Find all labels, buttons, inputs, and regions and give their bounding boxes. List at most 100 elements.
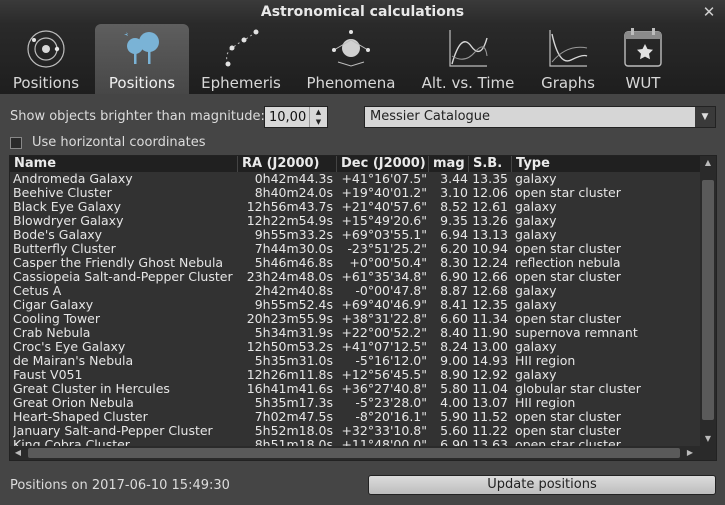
close-icon[interactable]: ✕	[699, 2, 719, 22]
column-sb[interactable]: S.B.	[469, 156, 512, 172]
horizontal-coordinates-label: Use horizontal coordinates	[32, 135, 206, 150]
cell-mag: 6.20	[440, 242, 468, 256]
cell-dec: +21°40'57.6"	[341, 200, 427, 214]
ephemeris-icon	[225, 29, 259, 67]
catalogue-select[interactable]: Messier Catalogue ▼	[364, 106, 716, 128]
column-name[interactable]: Name	[10, 156, 238, 172]
scroll-right-icon[interactable]: ▶	[682, 446, 698, 460]
table-row[interactable]: de Mairan's Nebula 5h35m31.0s -5°16'12.0" 9…	[10, 354, 700, 368]
horizontal-coordinates-checkbox[interactable]	[10, 137, 22, 149]
horizontal-scrollbar[interactable]: ◀ ▶	[10, 446, 716, 460]
cell-name: Great Orion Nebula	[13, 396, 134, 410]
table-row[interactable]: Crab Nebula 5h34m31.9s +22°00'52.2" 8.40 11.…	[10, 326, 700, 340]
tab-bar: Positions Positions Ephemeris Phenomena …	[0, 24, 725, 94]
cell-type: open star cluster	[515, 410, 621, 424]
spin-up-icon[interactable]: ▲	[310, 107, 327, 117]
cell-type: HII region	[515, 354, 576, 368]
column-ra[interactable]: RA (J2000)	[238, 156, 337, 172]
cell-type: galaxy	[515, 368, 557, 382]
table-row[interactable]: Heart-Shaped Cluster 7h02m47.5s -8°20'16.1…	[10, 410, 700, 424]
cell-type: galaxy	[515, 172, 557, 186]
table-row[interactable]: Faust V051 12h26m11.8s +12°56'45.5" 8.90 12.…	[10, 368, 700, 382]
table-row[interactable]: January Salt-and-Pepper Cluster 5h52m18.0…	[10, 424, 700, 438]
cell-mag: 4.00	[440, 396, 468, 410]
cell-dec: +15°49'20.6"	[341, 214, 427, 228]
table-row[interactable]: Great Orion Nebula 5h35m17.3s -5°23'28.0" 4…	[10, 396, 700, 410]
cell-name: Beehive Cluster	[13, 186, 112, 200]
objects-table: Name RA (J2000) Dec (J2000) mag S.B. Typ…	[9, 155, 717, 461]
status-text: Positions on 2017-06-10 15:49:30	[10, 478, 230, 493]
table-row[interactable]: Great Cluster in Hercules 16h41m41.6s +36°…	[10, 382, 700, 396]
vertical-scrollbar[interactable]: ▲ ▼	[700, 156, 716, 446]
update-positions-button[interactable]: Update positions	[368, 475, 716, 495]
cell-sb: 10.94	[472, 242, 508, 256]
magnitude-label: Show objects brighter than magnitude:	[10, 109, 265, 124]
vertical-scroll-thumb[interactable]	[702, 180, 714, 420]
tab-positions-solar[interactable]: Positions	[4, 24, 88, 94]
column-dec[interactable]: Dec (J2000)	[337, 156, 429, 172]
cell-mag: 6.94	[440, 228, 468, 242]
cell-dec: -5°23'28.0"	[355, 396, 427, 410]
cell-dec: -5°16'12.0"	[355, 354, 427, 368]
cell-sb: 14.93	[472, 354, 508, 368]
cell-ra: 8h40m24.0s	[254, 186, 333, 200]
tab-phenomena[interactable]: Phenomena	[300, 24, 402, 94]
scroll-left-icon[interactable]: ◀	[10, 446, 26, 460]
column-mag[interactable]: mag	[429, 156, 469, 172]
table-row[interactable]: Cassiopeia Salt-and-Pepper Cluster 23h24m…	[10, 270, 700, 284]
cell-dec: +22°00'52.2"	[341, 326, 427, 340]
table-row[interactable]: Casper the Friendly Ghost Nebula 5h46m46.…	[10, 256, 700, 270]
scroll-up-icon[interactable]: ▲	[700, 156, 716, 170]
table-row[interactable]: Cooling Tower 20h23m55.9s +38°31'22.8" 6.60…	[10, 312, 700, 326]
tab-label: WUT	[625, 74, 661, 92]
catalogue-value: Messier Catalogue	[370, 109, 491, 124]
table-row[interactable]: Croc's Eye Galaxy 12h50m53.2s +41°07'12.5"…	[10, 340, 700, 354]
table-row[interactable]: Cigar Galaxy 9h55m52.4s +69°40'46.9" 8.41 12…	[10, 298, 700, 312]
cell-ra: 5h52m18.0s	[254, 424, 333, 438]
magnitude-input[interactable]	[265, 107, 309, 127]
scroll-down-icon[interactable]: ▼	[700, 432, 716, 446]
cell-dec: +12°56'45.5"	[341, 368, 427, 382]
cell-dec: -23°51'25.2"	[347, 242, 427, 256]
chevron-down-icon[interactable]: ▼	[695, 107, 715, 127]
table-row[interactable]: Black Eye Galaxy 12h56m43.7s +21°40'57.6" 8…	[10, 200, 700, 214]
table-row[interactable]: Butterfly Cluster 7h44m30.0s -23°51'25.2" 6…	[10, 242, 700, 256]
cell-mag: 6.90	[440, 270, 468, 284]
table-row[interactable]: Bode's Galaxy 9h55m33.2s +69°03'55.1" 6.94 1…	[10, 228, 700, 242]
tab-ephemeris[interactable]: Ephemeris	[196, 24, 286, 94]
horizontal-scroll-thumb[interactable]	[28, 448, 680, 458]
table-row[interactable]: Cetus A 2h42m40.8s -0°00'47.8" 8.87 12.68 gal…	[10, 284, 700, 298]
magnitude-spinbox[interactable]: ▲ ▼	[264, 106, 328, 128]
tab-wut[interactable]: WUT	[614, 24, 672, 94]
column-type[interactable]: Type	[512, 156, 700, 172]
window-title: Astronomical calculations	[260, 4, 465, 20]
calendar-star-icon	[624, 28, 662, 67]
cell-sb: 13.35	[472, 172, 508, 186]
tab-graphs[interactable]: Graphs	[532, 24, 604, 94]
positions-panel: Show objects brighter than magnitude: ▲ …	[0, 94, 725, 505]
table-row[interactable]: Blowdryer Galaxy 12h22m54.9s +15°49'20.6" 9…	[10, 214, 700, 228]
table-row[interactable]: Andromeda Galaxy 0h42m44.3s +41°16'07.5" 3.…	[10, 172, 700, 186]
tab-positions-dso[interactable]: Positions	[95, 24, 189, 94]
table-row[interactable]: Beehive Cluster 8h40m24.0s +19°40'01.2" 3.1…	[10, 186, 700, 200]
cell-name: de Mairan's Nebula	[13, 354, 134, 368]
cell-sb: 12.24	[472, 256, 508, 270]
cell-name: Black Eye Galaxy	[13, 200, 122, 214]
cell-ra: 12h50m53.2s	[246, 340, 333, 354]
title-bar: Astronomical calculations ✕	[0, 0, 725, 24]
cell-sb: 12.61	[472, 200, 508, 214]
tab-label: Graphs	[541, 74, 595, 92]
tab-label: Phenomena	[306, 74, 396, 92]
cell-ra: 0h42m44.3s	[254, 172, 333, 186]
cell-sb: 11.90	[472, 326, 508, 340]
spin-down-icon[interactable]: ▼	[310, 117, 327, 127]
cell-name: Bode's Galaxy	[13, 228, 103, 242]
cell-type: galaxy	[515, 228, 557, 242]
graphs-icon	[549, 30, 588, 67]
tab-alt-vs-time[interactable]: Alt. vs. Time	[414, 24, 522, 94]
cell-type: open star cluster	[515, 186, 621, 200]
tab-label: Alt. vs. Time	[421, 74, 515, 92]
cell-type: galaxy	[515, 340, 557, 354]
altitude-chart-icon	[449, 30, 488, 67]
orbit-icon	[27, 30, 65, 68]
